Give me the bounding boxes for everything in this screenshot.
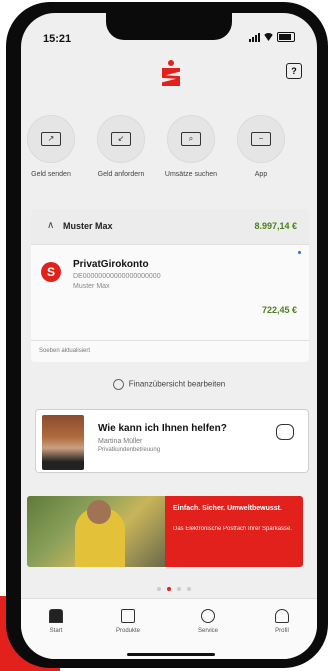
request-money-icon: ↙ xyxy=(111,132,131,146)
carousel-dot[interactable] xyxy=(177,587,181,591)
status-icons xyxy=(249,32,295,42)
battery-icon xyxy=(277,32,295,42)
quick-actions: ↗ Geld senden ↙ Geld anfordern ⌕ Umsätze… xyxy=(21,115,317,185)
signal-icon xyxy=(249,32,260,42)
advisor-avatar xyxy=(42,415,84,470)
chat-icon[interactable] xyxy=(276,424,294,440)
advisor-role: Privatkundenbetreuung xyxy=(98,447,161,453)
home-icon xyxy=(49,609,63,623)
status-time: 15:21 xyxy=(43,33,72,45)
account-group-card: ∧ Muster Max 8.997,14 € S PrivatGirokont… xyxy=(31,209,309,362)
account-group-name: Muster Max xyxy=(63,221,113,231)
wifi-icon xyxy=(263,33,274,41)
account-group-total: 8.997,14 € xyxy=(254,221,297,231)
app-icon: − xyxy=(251,132,271,146)
tab-profile[interactable]: Profil xyxy=(257,609,307,634)
carousel-dot-active[interactable] xyxy=(167,587,171,591)
account-group-header[interactable]: ∧ Muster Max 8.997,14 € xyxy=(31,209,309,245)
promo-banner[interactable]: Einfach. Sicher. Umweltbewusst. Das Elek… xyxy=(27,496,303,567)
action-search-transactions[interactable]: ⌕ Umsätze suchen xyxy=(156,115,226,179)
advisor-name: Martina Müller xyxy=(98,438,143,445)
tab-start[interactable]: Start xyxy=(31,609,81,634)
account-owner: Muster Max xyxy=(73,283,110,290)
promo-panel: Einfach. Sicher. Umweltbewusst. Das Elek… xyxy=(165,496,303,567)
last-updated: Soeben aktualisiert xyxy=(31,340,309,362)
advisor-card[interactable]: Wie kann ich Ihnen helfen? Martina Mülle… xyxy=(35,409,309,473)
search-transactions-icon: ⌕ xyxy=(181,132,201,146)
account-title: PrivatGirokonto xyxy=(73,259,149,270)
advisor-question: Wie kann ich Ihnen helfen? xyxy=(98,423,227,434)
account-iban: DE00000000000000000000 xyxy=(73,273,161,280)
tab-service[interactable]: Service xyxy=(183,609,233,634)
send-money-icon: ↗ xyxy=(41,132,61,146)
edit-circle-icon xyxy=(112,379,124,390)
edit-finance-overview-button[interactable]: Finanzübersicht bearbeiten xyxy=(21,379,317,390)
home-indicator xyxy=(127,653,215,656)
sparkasse-logo xyxy=(162,60,180,86)
tab-bar: Start Produkte Service Profil xyxy=(21,598,317,659)
chevron-up-icon: ∧ xyxy=(47,220,55,231)
action-request-money[interactable]: ↙ Geld anfordern xyxy=(86,115,156,179)
tab-products[interactable]: Produkte xyxy=(103,609,153,634)
service-icon xyxy=(201,609,215,623)
promo-text: Das Elektronische Postfach Ihrer Sparkas… xyxy=(173,526,293,532)
phone-frame: 15:21 ? ↗ Geld senden ↙ Geld anfordern ⌕… xyxy=(6,2,328,668)
sparkasse-account-icon: S xyxy=(41,262,61,282)
promo-headline: Einfach. Sicher. Umweltbewusst. xyxy=(173,505,282,512)
carousel-dots xyxy=(157,587,191,591)
account-row[interactable]: S PrivatGirokonto DE00000000000000000000… xyxy=(31,245,309,340)
help-icon[interactable]: ? xyxy=(286,63,302,79)
notch xyxy=(106,13,232,40)
carousel-dot[interactable] xyxy=(187,587,191,591)
profile-icon xyxy=(275,609,289,623)
carousel-dot[interactable] xyxy=(157,587,161,591)
action-send-money[interactable]: ↗ Geld senden xyxy=(21,115,86,179)
action-app[interactable]: − App xyxy=(226,115,296,179)
account-balance: 722,45 € xyxy=(261,305,297,315)
products-icon xyxy=(121,609,135,623)
unread-dot xyxy=(298,251,301,254)
